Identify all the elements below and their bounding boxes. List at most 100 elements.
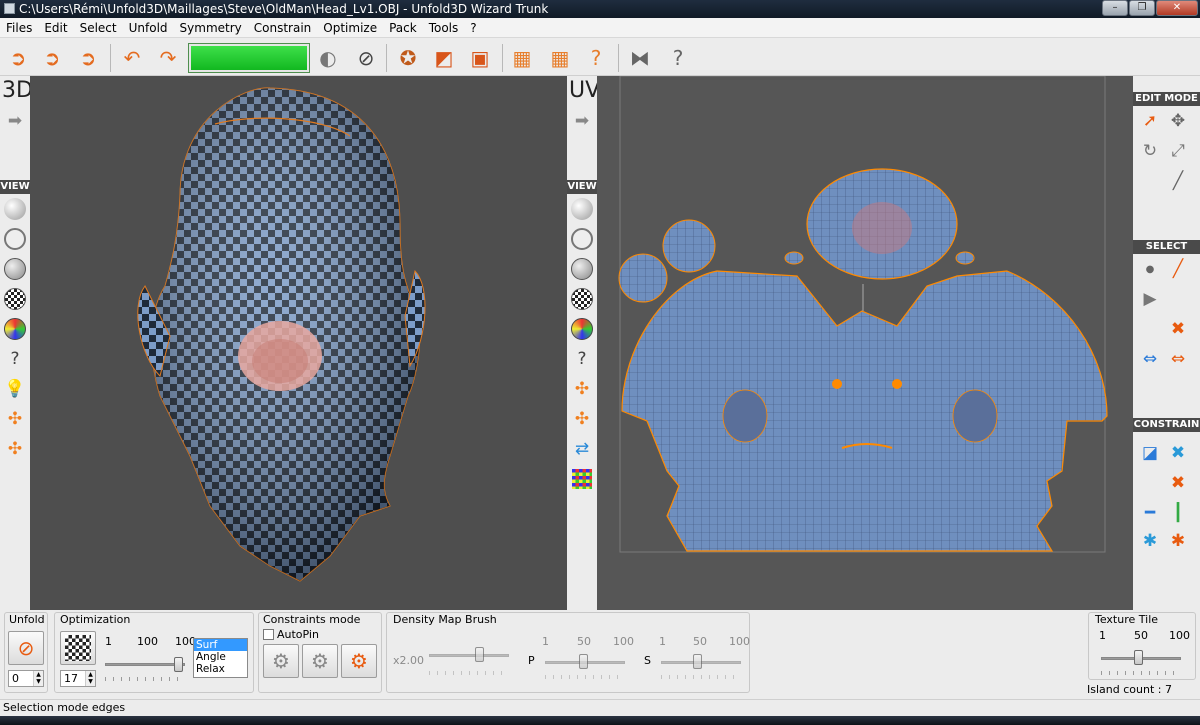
shaded-sphere-icon[interactable] bbox=[2, 196, 28, 222]
optimization-slider-thumb[interactable] bbox=[174, 657, 183, 672]
spin-arrows-icon[interactable]: ▲ ▼ bbox=[85, 671, 95, 686]
load-icon[interactable]: ➲ bbox=[4, 44, 32, 72]
select-face-icon[interactable]: ▶ bbox=[1137, 286, 1163, 312]
viewport-3d[interactable] bbox=[30, 76, 567, 610]
menu-constrain[interactable]: Constrain bbox=[248, 21, 318, 35]
vertical-constraint-icon[interactable]: ┃ bbox=[1165, 500, 1191, 526]
clear-constraint-icon[interactable]: ✱ bbox=[1165, 528, 1191, 554]
texture-tile-thumb[interactable] bbox=[1134, 650, 1143, 665]
shaded-wire-sphere-icon[interactable] bbox=[569, 256, 595, 282]
color-grid-sphere-icon[interactable] bbox=[569, 316, 595, 342]
shaded-sphere-icon[interactable] bbox=[569, 196, 595, 222]
color-grid-icon[interactable] bbox=[569, 466, 595, 492]
pin-blue-icon[interactable]: ✖ bbox=[1165, 440, 1191, 466]
pin-icon[interactable]: ◪ bbox=[1137, 440, 1163, 466]
menu-help[interactable]: ? bbox=[464, 21, 482, 35]
checker-sphere-icon[interactable] bbox=[569, 286, 595, 312]
light-icon[interactable]: 💡 bbox=[2, 376, 28, 402]
auto-seam-icon[interactable]: ✪ bbox=[394, 44, 422, 72]
stop-icon[interactable]: ▣ bbox=[466, 44, 494, 72]
spin-arrows-icon[interactable]: ▲ ▼ bbox=[33, 671, 43, 686]
scale-icon[interactable]: ⤢ bbox=[1165, 138, 1191, 164]
minimize-button[interactable]: – bbox=[1102, 0, 1128, 16]
opt-min: 1 bbox=[105, 635, 112, 648]
unfold-spinbox[interactable]: 0 ▲ ▼ bbox=[8, 670, 44, 687]
optimize-checker-button[interactable] bbox=[60, 631, 96, 665]
select-vertex-icon[interactable]: ● bbox=[1137, 256, 1163, 282]
camera-icon[interactable]: ◐ bbox=[314, 44, 342, 72]
reload-icon[interactable]: ➲ bbox=[38, 44, 66, 72]
grow-select-icon[interactable]: ⇔ bbox=[1137, 346, 1163, 372]
color-grid-sphere-icon[interactable] bbox=[2, 316, 28, 342]
density-slider[interactable] bbox=[429, 654, 509, 657]
help-icon[interactable]: ? bbox=[664, 44, 692, 72]
wire-sphere-icon[interactable] bbox=[569, 226, 595, 252]
center-axis-icon[interactable]: ✣ bbox=[2, 436, 28, 462]
mirror-icon[interactable]: ⧓ bbox=[626, 44, 654, 72]
list-item[interactable]: Relax bbox=[194, 663, 247, 675]
horizontal-constraint-icon[interactable]: ━ bbox=[1137, 500, 1163, 526]
wire-sphere-icon[interactable] bbox=[2, 226, 28, 252]
constraint-all-icon[interactable]: ✱ bbox=[1137, 528, 1163, 554]
menu-symmetry[interactable]: Symmetry bbox=[174, 21, 248, 35]
list-item[interactable]: Angle bbox=[194, 651, 247, 663]
select-edge-icon[interactable]: ╱ bbox=[1165, 256, 1191, 282]
tile-mid: 50 bbox=[1134, 629, 1148, 642]
p-label: P bbox=[528, 654, 535, 667]
menu-pack[interactable]: Pack bbox=[383, 21, 423, 35]
shrink-select-icon[interactable]: ⇔ bbox=[1165, 346, 1191, 372]
save-icon[interactable]: ➲ bbox=[74, 44, 102, 72]
pack-add-icon[interactable]: ▦ bbox=[546, 44, 574, 72]
taskbar bbox=[0, 716, 1200, 725]
autopin-checkbox[interactable] bbox=[263, 629, 274, 640]
density-slider-thumb[interactable] bbox=[475, 647, 484, 662]
question-sphere-icon[interactable]: ? bbox=[2, 346, 28, 372]
left-view-sidebar: 3D ➡ VIEW ? 💡 ✣ ✣ bbox=[0, 76, 33, 610]
select-arrow-icon[interactable]: ➚ bbox=[1137, 108, 1163, 134]
list-item[interactable]: Surf bbox=[194, 639, 247, 651]
cut-icon[interactable]: ◩ bbox=[430, 44, 458, 72]
rotate-icon[interactable]: ↻ bbox=[1137, 138, 1163, 164]
menu-edit[interactable]: Edit bbox=[38, 21, 73, 35]
checker-sphere-icon[interactable] bbox=[2, 286, 28, 312]
autopin-label: AutoPin bbox=[277, 628, 319, 641]
move-icon[interactable]: ✥ bbox=[1165, 108, 1191, 134]
deselect-icon[interactable]: ✖ bbox=[1165, 316, 1191, 342]
arrow-right-icon[interactable]: ➡ bbox=[569, 108, 595, 134]
brush-icon[interactable]: ⊘ bbox=[352, 44, 380, 72]
optimization-slider[interactable] bbox=[105, 663, 185, 666]
constraint-gear-active-button[interactable]: ⚙ bbox=[341, 644, 377, 678]
unpin-icon[interactable]: ✖ bbox=[1165, 470, 1191, 496]
density-brush-group: Density Map Brush x2.00 1 50 100 P 1 50 … bbox=[386, 612, 750, 693]
p-slider-thumb[interactable] bbox=[579, 654, 588, 669]
arrow-right-icon[interactable]: ➡ bbox=[2, 108, 28, 134]
menu-select[interactable]: Select bbox=[74, 21, 123, 35]
optimization-mode-list[interactable]: Surf Angle Relax bbox=[193, 638, 248, 678]
unfold-button[interactable]: ⊘ bbox=[8, 631, 44, 665]
move-axis-icon[interactable]: ✣ bbox=[2, 406, 28, 432]
maximize-button[interactable]: ❐ bbox=[1129, 0, 1155, 16]
constraint-gear-button[interactable]: ⚙ bbox=[263, 644, 299, 678]
pen-icon[interactable]: ╱ bbox=[1165, 168, 1191, 194]
optimization-spinbox[interactable]: 17 ▲ ▼ bbox=[60, 670, 96, 687]
close-button[interactable]: ✕ bbox=[1156, 0, 1198, 16]
2d-3d-icon[interactable]: ⇄ bbox=[569, 436, 595, 462]
pack-help-icon[interactable]: ? bbox=[582, 44, 610, 72]
viewport-uv[interactable] bbox=[597, 76, 1133, 610]
island-count: Island count : 7 bbox=[1087, 683, 1172, 696]
undo-icon[interactable]: ↶ bbox=[118, 44, 146, 72]
move-axis-icon[interactable]: ✣ bbox=[569, 376, 595, 402]
panel-label-3d: 3D bbox=[2, 78, 33, 103]
shaded-wire-sphere-icon[interactable] bbox=[2, 256, 28, 282]
s-slider-thumb[interactable] bbox=[693, 654, 702, 669]
question-sphere-icon[interactable]: ? bbox=[569, 346, 595, 372]
menu-tools[interactable]: Tools bbox=[423, 21, 465, 35]
menu-unfold[interactable]: Unfold bbox=[123, 21, 174, 35]
constraint-gear-button[interactable]: ⚙ bbox=[302, 644, 338, 678]
menu-files[interactable]: Files bbox=[0, 21, 38, 35]
head-3d-model bbox=[137, 87, 426, 582]
pack-icon[interactable]: ▦ bbox=[508, 44, 536, 72]
menu-optimize[interactable]: Optimize bbox=[317, 21, 383, 35]
center-axis-icon[interactable]: ✣ bbox=[569, 406, 595, 432]
redo-icon[interactable]: ↷ bbox=[154, 44, 182, 72]
